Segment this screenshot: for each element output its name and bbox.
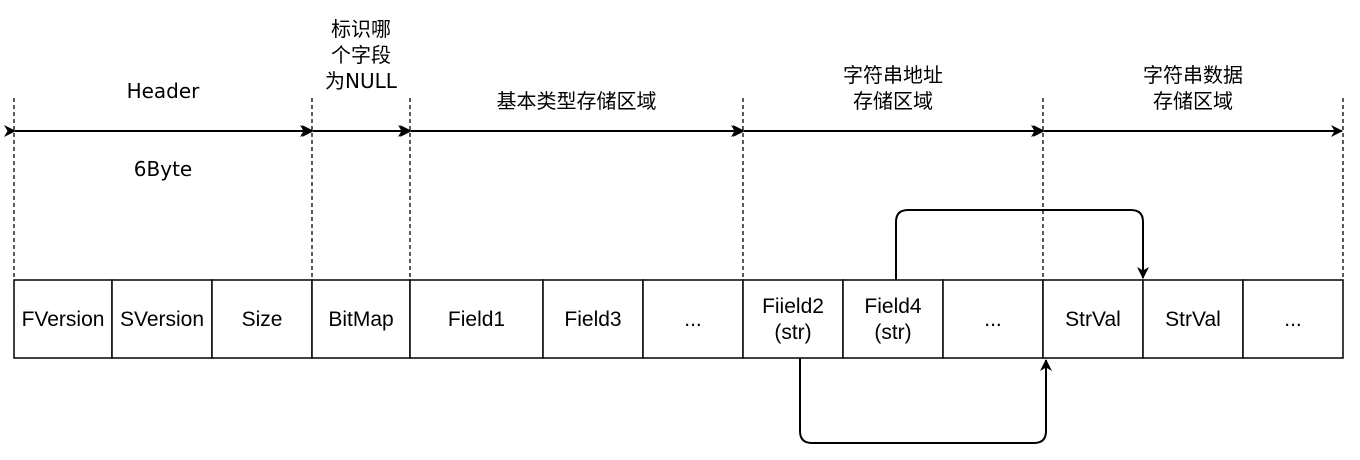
field-cell-box (842, 279, 944, 359)
field-cell-label: StrVal (1065, 308, 1121, 331)
field-cell: ... (642, 279, 744, 359)
region-label: Header (127, 79, 201, 103)
field-cell: SVersion (111, 279, 213, 359)
field-cell-label: Field3 (564, 308, 621, 331)
field-cell-label: (str) (874, 321, 911, 344)
field-cell-label: BitMap (328, 308, 393, 331)
field-cell-label: SVersion (120, 308, 204, 331)
region-size-label: 6Byte (134, 157, 192, 181)
region-label: 为NULL (325, 69, 398, 93)
region-labels: Header6Byte标识哪个字段为NULL基本类型存储区域字符串地址存储区域字… (127, 17, 1243, 181)
field-cell: StrVal (1142, 279, 1244, 359)
field-cell-box (742, 279, 844, 359)
field-cell: Field1 (409, 279, 544, 359)
field-cell: ... (942, 279, 1044, 359)
field-row: FVersion SVersion Size BitMap Field1 Field3..… (13, 279, 1344, 359)
field-cell: Fiield2 (str) (742, 279, 844, 359)
memory-layout-diagram: Header6Byte标识哪个字段为NULL基本类型存储区域字符串地址存储区域字… (4, 17, 1344, 444)
field-cell-label: Fiield2 (762, 295, 824, 318)
region-label: 个字段 (331, 43, 391, 67)
field-cell: Size (211, 279, 313, 359)
field-cell: ... (1242, 279, 1344, 359)
field-cell-label: ... (984, 308, 1002, 331)
field-cell-label: StrVal (1165, 308, 1221, 331)
field-cell: FVersion (13, 279, 113, 359)
pointer-arrow (799, 358, 1052, 444)
field-cell-label: Size (242, 308, 283, 331)
field-cell-label: ... (684, 308, 702, 331)
region-label: 存储区域 (853, 89, 933, 113)
region-label: 标识哪 (331, 17, 391, 41)
field-cell: StrVal (1042, 279, 1144, 359)
region-label: 字符串地址 (843, 63, 943, 87)
field-cell-label: Field1 (448, 308, 505, 331)
field-cell: BitMap (311, 279, 411, 359)
field-cell: Field3 (542, 279, 644, 359)
region-label: 基本类型存储区域 (497, 89, 657, 113)
region-label: 字符串数据 (1143, 63, 1243, 87)
region-label: 存储区域 (1153, 89, 1233, 113)
pointer-arrow (895, 209, 1149, 280)
field-cell-label: (str) (774, 321, 811, 344)
field-cell-label: ... (1284, 308, 1302, 331)
field-cell-label: FVersion (22, 308, 105, 331)
field-cell: Field4 (str) (842, 279, 944, 359)
field-cell-label: Field4 (864, 295, 922, 318)
